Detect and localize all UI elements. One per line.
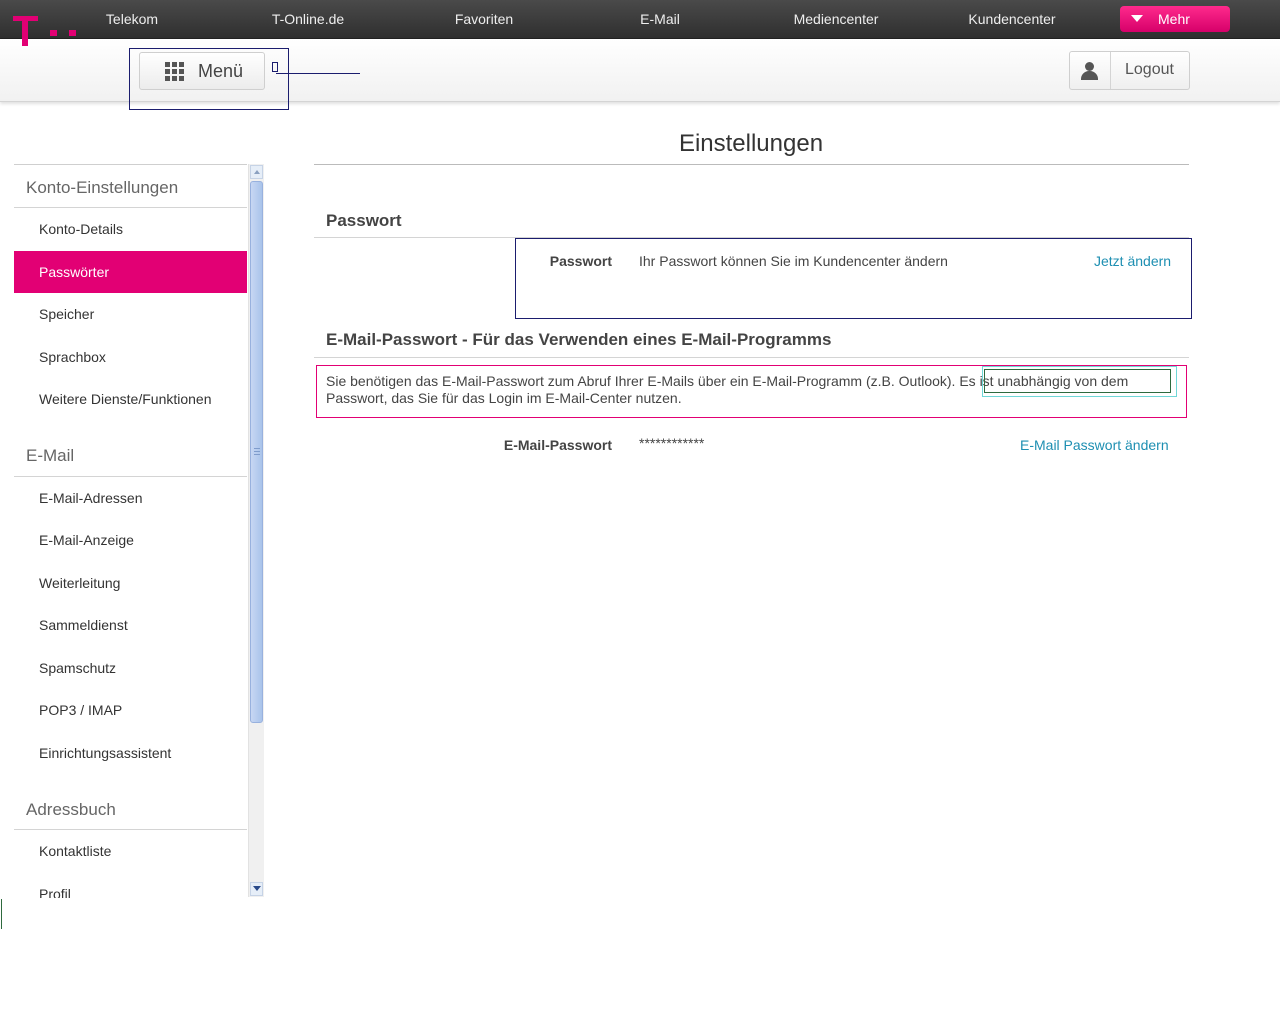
grid-icon: [165, 62, 185, 82]
more-button[interactable]: Mehr: [1120, 6, 1230, 32]
section-title-email-passwort: E-Mail-Passwort - Für das Verwenden eine…: [326, 330, 832, 349]
sidebar-item-sammeldienst[interactable]: Sammeldienst: [14, 604, 247, 646]
email-password-label: E-Mail-Passwort: [503, 437, 612, 453]
sidebar-item-label: Speicher: [39, 306, 95, 322]
sidebar-item-label: Sammeldienst: [39, 617, 128, 633]
sidebar-item-label: Sprachbox: [39, 349, 106, 365]
topnav-telekom[interactable]: Telekom: [72, 0, 192, 38]
more-button-label: Mehr: [1158, 11, 1190, 27]
sidebar-item-label: POP3 / IMAP: [39, 702, 123, 718]
logo-dot: [69, 30, 76, 36]
sidebar-item-spamschutz[interactable]: Spamschutz: [14, 647, 247, 689]
password-label: Passwort: [549, 253, 612, 269]
topnav-favoriten[interactable]: Favoriten: [424, 0, 544, 38]
telekom-logo[interactable]: [13, 16, 83, 50]
user-icon: [1070, 52, 1111, 89]
sidebar-item-passwoerter[interactable]: Passwörter: [14, 251, 247, 293]
menu-button-label: Menü: [198, 61, 244, 81]
sidebar-item-label: Konto-Details: [39, 221, 124, 237]
sidebar-item-speicher[interactable]: Speicher: [14, 293, 247, 335]
scrollbar-thumb[interactable]: [250, 181, 263, 723]
section-title-passwort: Passwort: [326, 211, 402, 230]
sidebar-item-email-anzeige[interactable]: E-Mail-Anzeige: [14, 519, 247, 561]
sidebar-item-weiterleitung[interactable]: Weiterleitung: [14, 562, 247, 604]
sidebar-item-label: Einrichtungsassistent: [39, 745, 172, 761]
page-title: Einstellungen: [678, 130, 824, 157]
title-divider: [314, 164, 1189, 165]
logout-button[interactable]: Logout: [1069, 51, 1190, 90]
email-password-value: ************: [639, 435, 705, 451]
menu-button[interactable]: Menü: [139, 52, 265, 90]
password-row-focus-box: [515, 238, 1192, 319]
scroll-down-icon[interactable]: [250, 882, 263, 896]
sidebar-item-weitere-dienste[interactable]: Weitere Dienste/Funktionen: [14, 378, 247, 420]
topnav-t-online[interactable]: T-Online.de: [248, 0, 368, 38]
focus-marker: [272, 62, 278, 72]
sidebar-item-profil[interactable]: Profil: [14, 873, 247, 898]
sidebar-scrollbar[interactable]: [248, 164, 264, 897]
highlight-inner-outline: [984, 369, 1171, 393]
info-line-2: Passwort, das Sie für das Login im E-Mai…: [326, 390, 682, 406]
sidebar-group-konto: Konto-Einstellungen: [26, 178, 179, 197]
change-password-link[interactable]: Jetzt ändern: [1094, 253, 1171, 269]
sidebar-item-label: Spamschutz: [39, 660, 117, 676]
edge-marker: [1, 899, 2, 929]
topnav-kundencenter[interactable]: Kundencenter: [952, 0, 1072, 38]
sidebar-item-label: Profil: [39, 886, 71, 898]
sidebar-item-label: Weiterleitung: [39, 575, 121, 591]
topnav-mediencenter[interactable]: Mediencenter: [776, 0, 896, 38]
top-navigation: Telekom T-Online.de Favoriten E-Mail Med…: [0, 0, 1280, 39]
sidebar: Konto-Einstellungen Konto-Details Passwö…: [14, 164, 247, 898]
focus-connector-line: [276, 73, 360, 74]
info-line-1: Sie benötigen das E-Mail-Passwort zum Ab…: [326, 373, 956, 389]
sidebar-item-pop3-imap[interactable]: POP3 / IMAP: [14, 689, 247, 731]
sidebar-item-label: Passwörter: [39, 264, 110, 280]
sidebar-group-email: E-Mail: [26, 446, 75, 465]
triangle-down-icon: [1131, 15, 1143, 22]
sidebar-item-konto-details[interactable]: Konto-Details: [14, 208, 247, 250]
password-info-text: Ihr Passwort können Sie im Kundencenter …: [639, 253, 948, 269]
sidebar-item-einrichtungsassistent[interactable]: Einrichtungsassistent: [14, 732, 247, 774]
sidebar-item-email-adressen[interactable]: E-Mail-Adressen: [14, 477, 247, 519]
scroll-up-icon[interactable]: [250, 165, 263, 179]
logo-dot: [50, 30, 57, 36]
sidebar-item-kontaktliste[interactable]: Kontaktliste: [14, 830, 247, 872]
change-email-password-link[interactable]: E-Mail Passwort ändern: [1020, 437, 1169, 453]
logout-button-label: Logout: [1125, 61, 1174, 78]
sidebar-item-label: E-Mail-Adressen: [39, 490, 143, 506]
sidebar-group-adressbuch: Adressbuch: [26, 800, 116, 819]
sidebar-item-label: Weitere Dienste/Funktionen: [39, 391, 212, 407]
topnav-email[interactable]: E-Mail: [600, 0, 720, 38]
sidebar-item-sprachbox[interactable]: Sprachbox: [14, 336, 247, 378]
sidebar-item-label: E-Mail-Anzeige: [39, 532, 134, 548]
section-divider: [314, 357, 1189, 358]
sidebar-item-label: Kontaktliste: [39, 843, 112, 859]
logo-t-stem: [22, 16, 28, 46]
